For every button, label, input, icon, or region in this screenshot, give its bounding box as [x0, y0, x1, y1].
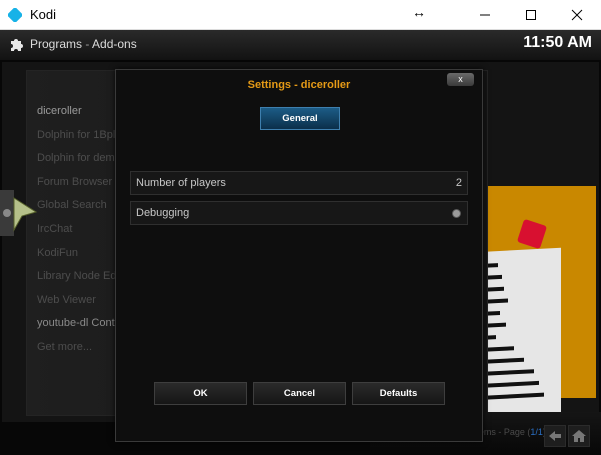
- setting-number-of-players[interactable]: Number of players 2: [130, 171, 468, 195]
- close-window-button[interactable]: [554, 0, 600, 30]
- puzzle-icon: [11, 39, 23, 51]
- dialog-close-button[interactable]: x: [447, 73, 474, 86]
- breadcrumb-page: Add-ons: [92, 37, 137, 51]
- setting-debugging[interactable]: Debugging: [130, 201, 468, 225]
- minimize-icon: [480, 14, 490, 16]
- kodi-logo-icon: [8, 8, 22, 22]
- fanart-line: [484, 369, 534, 376]
- settings-dialog: Settings - diceroller x General Number o…: [115, 69, 483, 442]
- fanart-line: [484, 380, 539, 388]
- close-icon: [571, 9, 583, 21]
- window-title: Kodi: [30, 7, 57, 22]
- list-item[interactable]: Dolphin for 1Bplay.bat: [37, 124, 127, 148]
- list-item[interactable]: Global Search: [37, 194, 127, 218]
- radio-off-icon[interactable]: [452, 209, 461, 218]
- side-menu-arrow-icon[interactable]: [0, 188, 38, 238]
- page-number: 1/1: [530, 427, 543, 437]
- fanart-line: [484, 346, 514, 352]
- home-button[interactable]: [568, 425, 590, 447]
- resize-cursor-icon: ↔: [412, 4, 426, 20]
- setting-label: Number of players: [136, 177, 226, 189]
- setting-label: Debugging: [136, 207, 190, 219]
- kodi-app: Programs - Add-ons 11:50 AM diceroller D…: [0, 30, 601, 455]
- list-item[interactable]: Dolphin for demo.bat: [37, 147, 127, 171]
- dialog-title: Settings - diceroller: [247, 79, 351, 91]
- list-item[interactable]: Get more...: [37, 336, 127, 360]
- list-item[interactable]: Web Viewer: [37, 289, 127, 313]
- clock: 11:50 AM: [523, 34, 592, 51]
- tab-general[interactable]: General: [260, 107, 340, 130]
- list-item[interactable]: IrcChat: [37, 218, 127, 242]
- home-icon: [572, 430, 586, 442]
- maximize-button[interactable]: [508, 0, 554, 30]
- list-item[interactable]: KodiFun: [37, 242, 127, 266]
- fanart-document: [476, 247, 561, 421]
- window-titlebar: Kodi ↔: [0, 0, 601, 30]
- list-item[interactable]: Forum Browser: [37, 171, 127, 195]
- list-item[interactable]: youtube-dl Control: [37, 312, 127, 336]
- back-button[interactable]: [544, 425, 566, 447]
- header-bar: Programs - Add-ons 11:50 AM: [0, 30, 601, 60]
- maximize-icon: [526, 10, 536, 20]
- list-item[interactable]: diceroller: [37, 100, 127, 124]
- list-item[interactable]: Library Node Editor: [37, 265, 127, 289]
- cancel-button[interactable]: Cancel: [253, 382, 346, 405]
- fanart-line: [484, 357, 524, 364]
- addon-list: diceroller Dolphin for 1Bplay.bat Dolphi…: [37, 100, 127, 360]
- defaults-button[interactable]: Defaults: [352, 382, 445, 405]
- breadcrumb-section: Programs: [30, 37, 83, 51]
- breadcrumb-separator: -: [82, 37, 93, 51]
- fanart-line: [484, 392, 544, 400]
- back-arrow-icon: [549, 431, 561, 441]
- ok-button[interactable]: OK: [154, 382, 247, 405]
- minimize-button[interactable]: [462, 0, 508, 30]
- breadcrumb: Programs - Add-ons: [30, 37, 137, 51]
- setting-value: 2: [455, 177, 462, 189]
